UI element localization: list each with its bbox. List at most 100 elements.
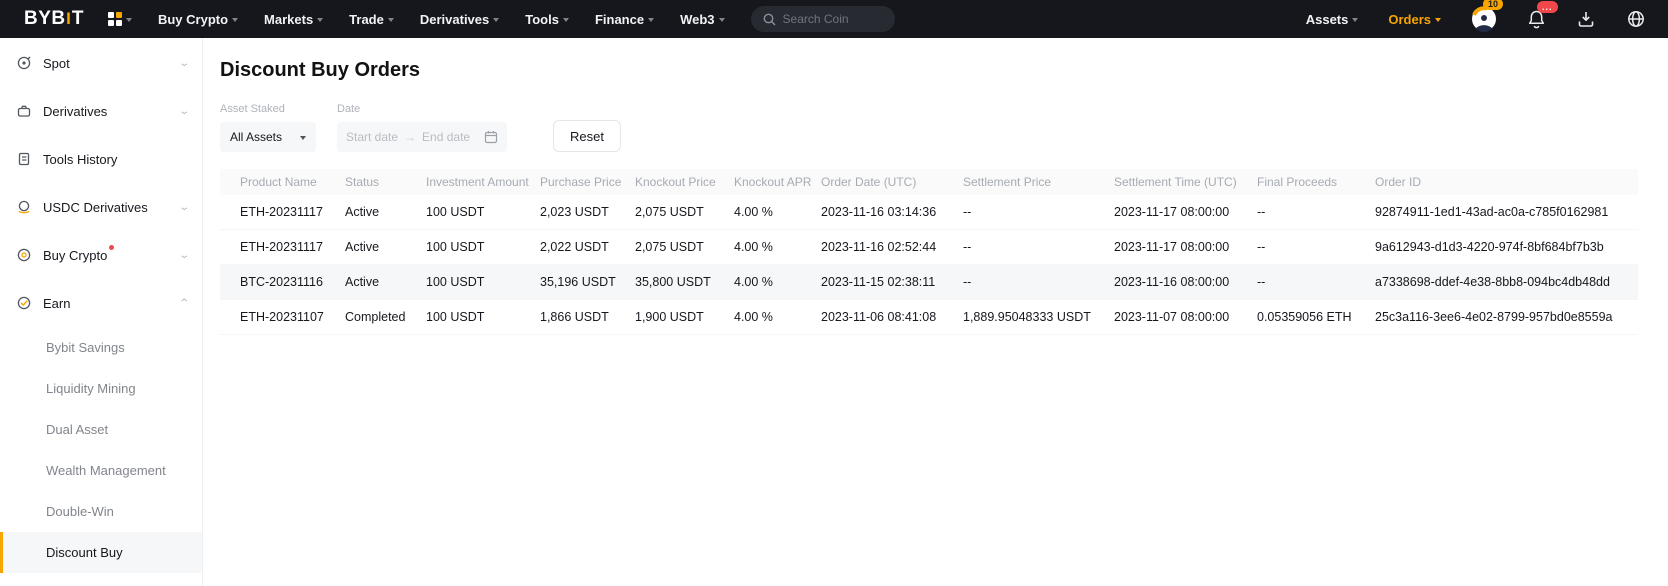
cell-knockout-apr: 4.00 % — [734, 275, 821, 289]
apps-grid-icon[interactable] — [108, 12, 132, 26]
reset-button[interactable]: Reset — [553, 120, 621, 152]
sidebar-item-wealth-management[interactable]: Wealth Management — [0, 450, 202, 491]
cell-purchase-price: 2,022 USDT — [540, 240, 635, 254]
menu-label: Markets — [264, 12, 313, 27]
date-range-input[interactable]: Start date → End date — [337, 122, 507, 152]
menu-trade[interactable]: Trade — [349, 12, 394, 27]
sidebar-item-discount-buy[interactable]: Discount Buy — [0, 532, 202, 573]
cell-product-name: ETH-20231117 — [220, 240, 345, 254]
column-header: Order ID — [1375, 175, 1638, 189]
cell-settlement-time: 2023-11-17 08:00:00 — [1114, 240, 1257, 254]
menu-label: Web3 — [680, 12, 714, 27]
orders-table: Product Name Status Investment Amount Pu… — [220, 169, 1638, 335]
cell-investment-amount: 100 USDT — [426, 310, 540, 324]
chevron-down-icon — [388, 18, 394, 25]
table-header-row: Product Name Status Investment Amount Pu… — [220, 169, 1638, 195]
menu-derivatives[interactable]: Derivatives — [420, 12, 499, 27]
menu-markets[interactable]: Markets — [264, 12, 323, 27]
cell-final-proceeds: -- — [1257, 275, 1375, 289]
menu-tools[interactable]: Tools — [525, 12, 569, 27]
cell-status: Active — [345, 240, 426, 254]
column-header: Order Date (UTC) — [821, 175, 963, 189]
sub-item-label: Double-Win — [46, 504, 114, 519]
orders-menu[interactable]: Orders — [1388, 12, 1441, 27]
cell-settlement-time: 2023-11-07 08:00:00 — [1114, 310, 1257, 324]
cell-knockout-apr: 4.00 % — [734, 240, 821, 254]
cell-settlement-price: -- — [963, 275, 1114, 289]
search-input[interactable]: Search Coin — [751, 6, 895, 32]
cell-order-id: a7338698-ddef-4e38-8bb8-094bc4db48dd — [1375, 275, 1638, 289]
notifications-button[interactable]: ... — [1527, 9, 1546, 29]
asset-staked-select[interactable]: All Assets — [220, 122, 316, 152]
sidebar-item-buy-crypto[interactable]: Buy Crypto ⌄ — [0, 231, 202, 279]
grid-glyph — [108, 12, 122, 26]
cell-settlement-price: -- — [963, 240, 1114, 254]
user-avatar[interactable]: 10 — [1471, 6, 1497, 32]
cell-knockout-price: 1,900 USDT — [635, 310, 734, 324]
page-title: Discount Buy Orders — [220, 59, 1638, 82]
cell-investment-amount: 100 USDT — [426, 275, 540, 289]
chevron-down-icon — [1352, 18, 1358, 25]
chevron-down-icon — [493, 18, 499, 25]
column-header: Status — [345, 175, 426, 189]
cell-knockout-price: 35,800 USDT — [635, 275, 734, 289]
cell-knockout-apr: 4.00 % — [734, 205, 821, 219]
asset-staked-label: Asset Staked — [220, 103, 316, 115]
sidebar-item-bybit-savings[interactable]: Bybit Savings — [0, 327, 202, 368]
start-date-placeholder: Start date — [346, 130, 398, 144]
column-header: Settlement Time (UTC) — [1114, 175, 1257, 189]
cell-investment-amount: 100 USDT — [426, 205, 540, 219]
sidebar-item-double-win[interactable]: Double-Win — [0, 491, 202, 532]
sidebar-item-liquidity-mining[interactable]: Liquidity Mining — [0, 368, 202, 409]
sidebar-item-derivatives[interactable]: Derivatives ⌄ — [0, 87, 202, 135]
cell-product-name: BTC-20231116 — [220, 275, 345, 289]
sidebar-item-label: USDC Derivatives — [43, 200, 148, 215]
sub-item-label: Discount Buy — [46, 545, 123, 560]
chevron-down-icon — [317, 18, 323, 25]
end-date-placeholder: End date — [422, 130, 470, 144]
date-label: Date — [337, 103, 507, 115]
sub-item-label: Liquidity Mining — [46, 381, 136, 396]
assets-label: Assets — [1306, 12, 1349, 27]
bybit-logo[interactable]: BYBIT — [24, 8, 84, 30]
orders-label: Orders — [1388, 12, 1431, 27]
cell-final-proceeds: 0.05359056 ETH — [1257, 310, 1375, 324]
sidebar-item-spot[interactable]: Spot ⌄ — [0, 39, 202, 87]
sidebar-item-dual-asset[interactable]: Dual Asset — [0, 409, 202, 450]
notifications-badge: ... — [1537, 1, 1558, 13]
cell-settlement-time: 2023-11-17 08:00:00 — [1114, 205, 1257, 219]
chevron-down-icon: ⌄ — [178, 58, 190, 69]
column-header: Knockout APR — [734, 175, 821, 189]
document-icon — [16, 151, 32, 167]
cell-final-proceeds: -- — [1257, 205, 1375, 219]
arrow-right-icon: → — [404, 130, 416, 144]
table-row: ETH-20231117 Active 100 USDT 2,023 USDT … — [220, 195, 1638, 230]
cell-purchase-price: 2,023 USDT — [540, 205, 635, 219]
calendar-icon — [484, 130, 498, 144]
menu-web3[interactable]: Web3 — [680, 12, 724, 27]
sidebar-item-usdc-derivatives[interactable]: USDC Derivatives ⌄ — [0, 183, 202, 231]
sidebar-item-label: Buy Crypto — [43, 248, 107, 263]
asset-staked-value: All Assets — [230, 130, 282, 144]
download-app-button[interactable] — [1576, 9, 1596, 29]
chevron-down-icon — [1435, 18, 1441, 25]
cell-knockout-price: 2,075 USDT — [635, 205, 734, 219]
logo-accent-bar: I — [66, 9, 71, 29]
usdc-coin-icon — [16, 199, 32, 215]
menu-finance[interactable]: Finance — [595, 12, 654, 27]
asset-staked-filter: Asset Staked All Assets — [220, 103, 316, 152]
sidebar: Spot ⌄ Derivatives ⌄ Tools History USDC … — [0, 38, 203, 586]
column-header: Purchase Price — [540, 175, 635, 189]
language-button[interactable] — [1626, 9, 1646, 29]
column-header: Knockout Price — [635, 175, 734, 189]
cell-purchase-price: 35,196 USDT — [540, 275, 635, 289]
cell-order-date: 2023-11-16 03:14:36 — [821, 205, 963, 219]
sidebar-item-earn[interactable]: Earn ⌃ — [0, 279, 202, 327]
assets-menu[interactable]: Assets — [1306, 12, 1359, 27]
sidebar-item-label: Spot — [43, 56, 70, 71]
cell-order-id: 9a612943-d1d3-4220-974f-8bf684bf7b3b — [1375, 240, 1638, 254]
navbar-right: Assets Orders 10 ... — [1306, 6, 1646, 32]
sidebar-item-tools-history[interactable]: Tools History — [0, 135, 202, 183]
chevron-down-icon — [719, 18, 725, 25]
menu-buy-crypto[interactable]: Buy Crypto — [158, 12, 238, 27]
